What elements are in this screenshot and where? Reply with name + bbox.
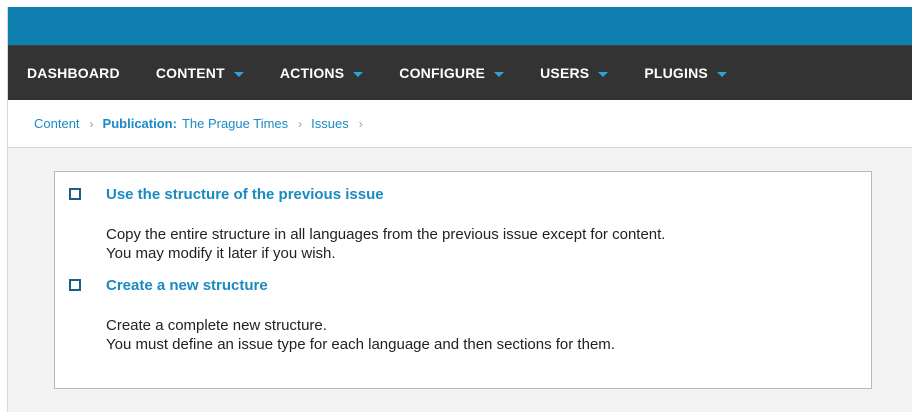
top-banner (8, 7, 912, 45)
option-description: Create a complete new structure. You mus… (106, 316, 871, 354)
nav-configure[interactable]: CONFIGURE (399, 65, 505, 81)
option-title[interactable]: Use the structure of the previous issue (106, 186, 384, 203)
breadcrumb-separator-icon: › (89, 116, 94, 131)
option-description-line: You must define an issue type for each l… (106, 336, 615, 353)
checkbox-icon[interactable] (69, 279, 81, 291)
chevron-down-icon (716, 71, 727, 77)
nav-configure-label: CONFIGURE (399, 65, 486, 81)
nav-content[interactable]: CONTENT (156, 65, 244, 81)
option-description-line: Create a complete new structure. (106, 317, 327, 334)
breadcrumb-content-link[interactable]: Content (34, 116, 80, 131)
breadcrumb-separator-icon: › (298, 116, 303, 131)
page: DASHBOARD CONTENT ACTIONS CONFIGURE USER… (7, 7, 912, 412)
option-description: Copy the entire structure in all languag… (106, 225, 871, 263)
chevron-down-icon (233, 71, 244, 77)
main-navigation: DASHBOARD CONTENT ACTIONS CONFIGURE USER… (8, 45, 912, 100)
breadcrumb: Content › Publication: The Prague Times … (8, 100, 912, 148)
nav-content-label: CONTENT (155, 65, 225, 81)
chevron-down-icon (598, 71, 609, 77)
option-title[interactable]: Create a new structure (106, 277, 268, 294)
option-new-structure: Create a new structure Create a complete… (69, 275, 871, 354)
breadcrumb-publication-link[interactable]: The Prague Times (182, 116, 288, 131)
breadcrumb-issues-link[interactable]: Issues (311, 116, 349, 131)
structure-options-panel: Use the structure of the previous issue … (54, 171, 872, 389)
nav-users-label: USERS (540, 65, 590, 81)
nav-plugins-label: PLUGINS (644, 65, 708, 81)
nav-dashboard[interactable]: DASHBOARD (27, 65, 120, 81)
nav-plugins[interactable]: PLUGINS (644, 65, 727, 81)
nav-dashboard-label: DASHBOARD (27, 65, 120, 81)
breadcrumb-publication-label: Publication: (102, 116, 177, 131)
option-previous-structure: Use the structure of the previous issue … (69, 184, 871, 263)
option-description-line: You may modify it later if you wish. (106, 245, 336, 262)
chevron-down-icon (353, 71, 364, 77)
nav-actions[interactable]: ACTIONS (279, 65, 364, 81)
option-header: Create a new structure (69, 275, 871, 295)
chevron-down-icon (494, 71, 505, 77)
breadcrumb-separator-icon: › (358, 116, 363, 131)
nav-users[interactable]: USERS (540, 65, 609, 81)
option-header: Use the structure of the previous issue (69, 184, 871, 204)
checkbox-icon[interactable] (69, 188, 81, 200)
nav-actions-label: ACTIONS (279, 65, 345, 81)
option-description-line: Copy the entire structure in all languag… (106, 226, 666, 243)
